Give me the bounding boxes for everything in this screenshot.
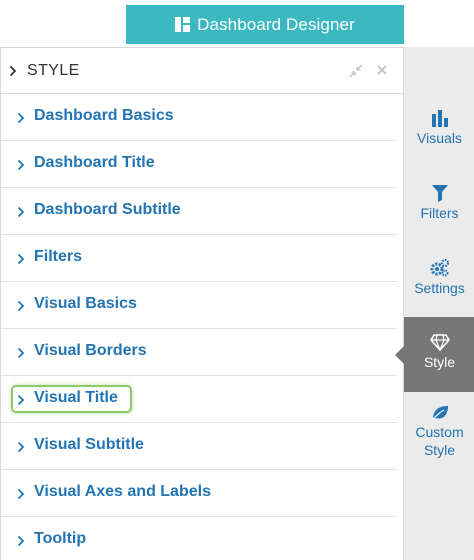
nav-style[interactable]: Style <box>395 317 474 392</box>
designer-nav-rail: Visuals Filters Settings Style Custom St… <box>395 47 474 560</box>
section-label: Visual Borders <box>34 342 147 359</box>
chevron-right-icon <box>9 64 17 82</box>
section-label: Visual Subtitle <box>34 436 144 453</box>
style-section-list: Dashboard Basics Dashboard Title Dashboa… <box>1 94 397 560</box>
chevron-right-icon <box>17 299 25 317</box>
active-pointer <box>395 345 405 365</box>
diamond-icon <box>429 329 450 351</box>
panel-title: STYLE <box>27 62 80 79</box>
style-panel-header[interactable]: STYLE <box>1 48 404 94</box>
gears-icon <box>430 255 450 277</box>
funnel-icon <box>431 180 448 202</box>
section-label: Filters <box>34 248 83 265</box>
section-label: Tooltip <box>34 530 87 547</box>
section-dashboard-title[interactable]: Dashboard Title <box>1 141 397 188</box>
chevron-right-icon <box>17 111 25 129</box>
collapse-icon[interactable] <box>349 64 363 78</box>
style-panel: STYLE Dashboard Basics Dashboard Title D… <box>0 47 404 560</box>
nav-label: Style <box>423 354 456 370</box>
section-visual-borders[interactable]: Visual Borders <box>1 329 397 376</box>
section-visual-title[interactable]: Visual Title <box>1 376 397 423</box>
dashboard-designer-label: Dashboard Designer <box>197 14 355 34</box>
section-label: Visual Axes and Labels <box>34 483 211 500</box>
section-label: Dashboard Title <box>34 154 155 171</box>
dashboard-designer-button[interactable]: Dashboard Designer <box>126 5 404 44</box>
section-label: Dashboard Subtitle <box>34 201 181 218</box>
section-dashboard-basics[interactable]: Dashboard Basics <box>1 94 397 141</box>
chevron-right-icon <box>17 158 25 176</box>
nav-filters[interactable]: Filters <box>404 180 474 255</box>
chevron-right-icon <box>17 393 25 411</box>
bar-chart-icon <box>431 105 448 127</box>
nav-custom-style[interactable]: Custom Style <box>404 399 474 489</box>
section-filters[interactable]: Filters <box>1 235 397 282</box>
section-dashboard-subtitle[interactable]: Dashboard Subtitle <box>1 188 397 235</box>
nav-label: Filters <box>420 205 459 221</box>
chevron-right-icon <box>17 487 25 505</box>
section-label: Visual Title <box>34 389 118 406</box>
dashboard-designer-screen: Dashboard Designer STYLE Dashboard Basic… <box>0 0 474 560</box>
section-label: Visual Basics <box>34 295 137 312</box>
close-icon[interactable] <box>376 64 390 78</box>
section-tooltip[interactable]: Tooltip <box>1 517 397 560</box>
leaf-icon <box>431 399 449 421</box>
section-label: Dashboard Basics <box>34 107 174 124</box>
section-visual-basics[interactable]: Visual Basics <box>1 282 397 329</box>
section-visual-axes-and-labels[interactable]: Visual Axes and Labels <box>1 470 397 517</box>
chevron-right-icon <box>17 346 25 364</box>
chevron-right-icon <box>17 440 25 458</box>
nav-label: Visuals <box>417 130 462 146</box>
nav-label: Settings <box>414 280 465 296</box>
chevron-right-icon <box>17 205 25 223</box>
section-visual-subtitle[interactable]: Visual Subtitle <box>1 423 397 470</box>
nav-visuals[interactable]: Visuals <box>404 105 474 180</box>
chevron-right-icon <box>17 252 25 270</box>
chevron-right-icon <box>17 534 25 552</box>
dashboard-layout-icon <box>175 17 191 32</box>
nav-label: Custom Style <box>415 424 464 458</box>
